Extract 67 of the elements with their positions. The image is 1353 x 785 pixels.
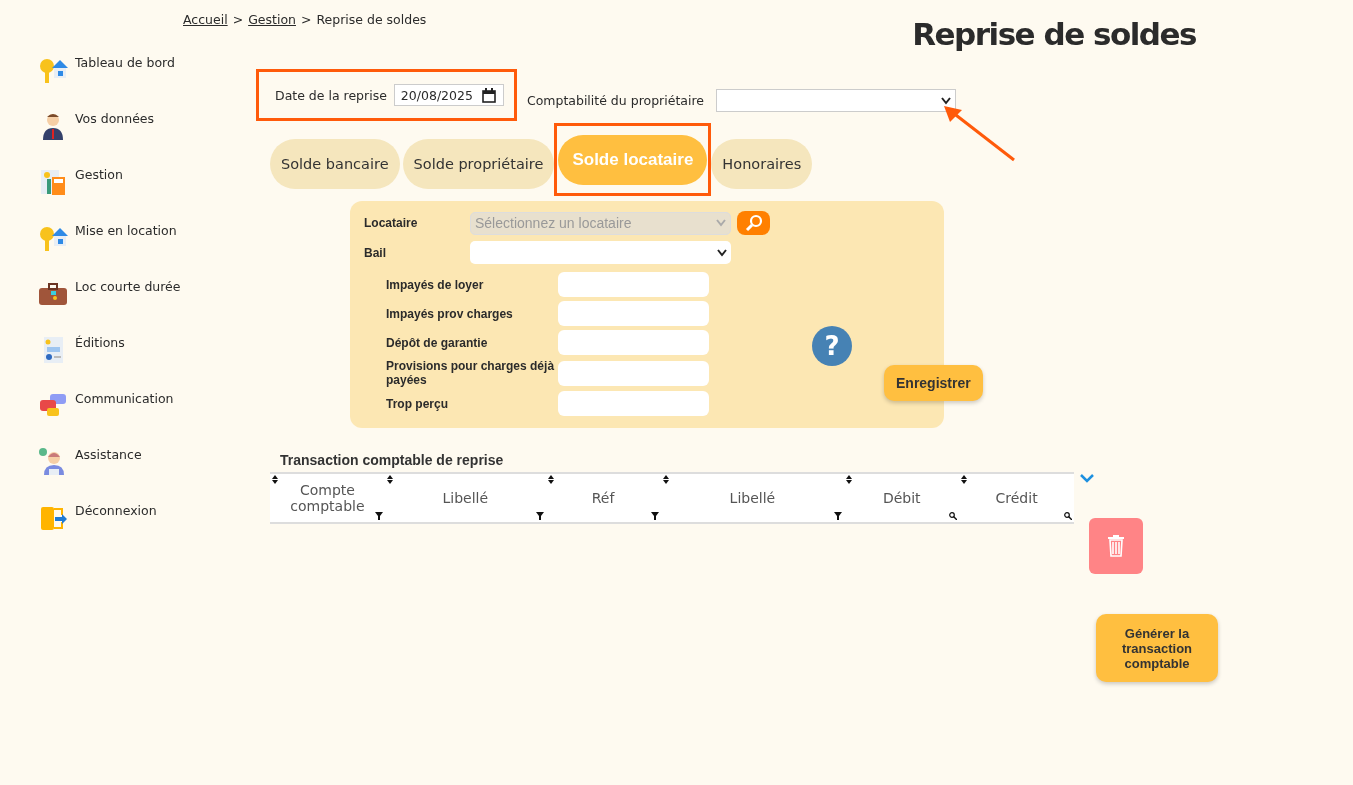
column-header[interactable]: Débit xyxy=(882,490,921,506)
amount-field[interactable] xyxy=(558,360,709,386)
date-field[interactable]: 20/08/2025 xyxy=(393,84,504,106)
sort-icon xyxy=(961,475,968,484)
column-header[interactable]: Compte comptable xyxy=(270,482,385,514)
search-button[interactable] xyxy=(737,211,770,235)
owner-account-label: Comptabilité du propriétaire xyxy=(526,93,704,108)
sidebar-item[interactable]: Éditions xyxy=(75,335,125,350)
chevron-down-icon xyxy=(941,96,951,105)
search-icon xyxy=(744,214,763,232)
owner-account-select[interactable] xyxy=(716,89,956,112)
amount-field[interactable] xyxy=(558,301,709,326)
help-button[interactable]: ? xyxy=(812,326,852,366)
breadcrumb-link[interactable]: Gestion xyxy=(248,12,296,27)
lease-label: Bail xyxy=(364,245,387,260)
chevron-down-icon xyxy=(1080,474,1094,484)
date-label: Date de la reprise xyxy=(275,87,387,103)
sidebar-item[interactable]: Tableau de bord xyxy=(75,55,175,70)
tab[interactable]: Solde bancaire xyxy=(270,138,400,189)
filter-icon xyxy=(374,512,383,520)
delete-button[interactable] xyxy=(1089,518,1143,574)
section-title: Transaction comptable de reprise xyxy=(280,452,505,468)
sort-icon xyxy=(272,475,278,484)
breadcrumb-separator: > xyxy=(232,12,244,27)
sidebar-item[interactable]: Vos données xyxy=(75,111,155,126)
lease-select[interactable] xyxy=(470,241,731,264)
sidebar-item[interactable]: Mise en location xyxy=(75,223,177,238)
amount-field[interactable] xyxy=(558,391,709,416)
filter-icon xyxy=(535,512,544,520)
sort-icon xyxy=(386,475,393,484)
search-icon xyxy=(949,512,958,520)
tenant-label: Locataire xyxy=(364,216,419,230)
sidebar-item[interactable]: Communication xyxy=(75,391,174,406)
column-header[interactable]: Libellé xyxy=(442,490,489,506)
generate-button[interactable]: Générer la transaction comptable xyxy=(1096,614,1218,682)
amount-field[interactable] xyxy=(558,330,709,355)
sort-icon xyxy=(662,475,669,484)
breadcrumb-link[interactable]: Accueil xyxy=(183,12,228,27)
sidebar-item[interactable]: Déconnexion xyxy=(75,503,157,518)
page-title: Reprise de soldes xyxy=(912,16,1196,52)
trash-icon xyxy=(1107,535,1125,557)
field-label: Trop perçu xyxy=(386,396,449,411)
filter-icon xyxy=(834,512,843,520)
field-label: Impayés prov charges xyxy=(386,306,514,321)
save-button[interactable]: Enregistrer xyxy=(884,365,983,401)
breadcrumb-separator: > xyxy=(300,12,312,27)
field-label: Dépôt de garantie xyxy=(386,335,489,350)
sidebar-item[interactable]: Loc courte durée xyxy=(75,279,181,294)
sort-icon xyxy=(846,475,853,484)
calendar-icon xyxy=(480,87,497,103)
column-header[interactable]: Libellé xyxy=(729,490,776,506)
tab[interactable]: Solde propriétaire xyxy=(402,138,555,189)
sort-icon xyxy=(547,475,554,484)
breadcrumb-current: Reprise de soldes xyxy=(316,12,427,27)
chevron-down-icon xyxy=(716,219,726,227)
search-icon xyxy=(1064,512,1072,520)
column-header[interactable]: Réf xyxy=(591,490,615,506)
chevron-down-icon xyxy=(717,248,727,257)
field-label: Impayés de loyer xyxy=(386,277,485,292)
column-header[interactable]: Crédit xyxy=(995,490,1038,506)
sidebar-item[interactable]: Gestion xyxy=(75,167,123,182)
amount-field[interactable] xyxy=(558,272,709,297)
filter-icon xyxy=(650,512,659,520)
field-label: Provisions pour charges déjà payées xyxy=(386,359,556,387)
sidebar-item[interactable]: Assistance xyxy=(75,447,142,462)
calculator-icon xyxy=(38,167,68,197)
tab[interactable]: Honoraires xyxy=(711,138,813,189)
